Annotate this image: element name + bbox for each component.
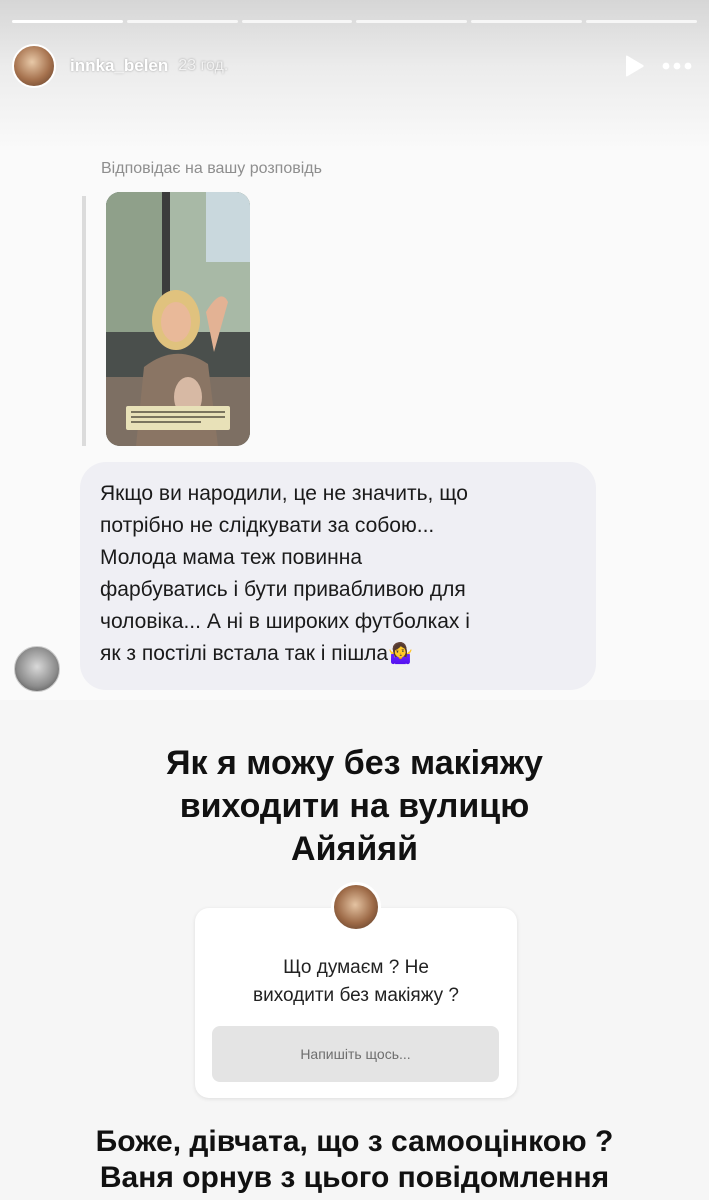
username[interactable]: innka_belen bbox=[70, 56, 168, 76]
message-line: Якщо ви народили, це не значить, що bbox=[100, 482, 468, 505]
question-answer-input[interactable]: Напишіть щось... bbox=[212, 1026, 499, 1082]
more-options-button[interactable] bbox=[657, 49, 697, 83]
shrug-emoji-icon: 🤷‍♀️ bbox=[388, 643, 413, 665]
caption-line: Ваня орнув з цього повідомлення bbox=[99, 1161, 610, 1194]
profile-avatar[interactable] bbox=[12, 44, 56, 88]
more-icon bbox=[662, 62, 692, 70]
story-header: innka_belen 23 год. bbox=[12, 44, 697, 88]
message-line: як з постілі встала так і пішла🤷‍♀️ bbox=[100, 638, 578, 670]
progress-segment bbox=[586, 20, 697, 23]
story-progress bbox=[12, 20, 697, 23]
progress-segment bbox=[12, 20, 123, 23]
progress-segment bbox=[471, 20, 583, 23]
headline-line: Як я можу без макіяжу bbox=[166, 744, 543, 782]
reply-label: Відповідає на вашу розповідь bbox=[101, 160, 322, 177]
message-line-text: як з постілі встала так і пішла bbox=[100, 642, 389, 665]
headline-line: Айяйяй bbox=[291, 830, 418, 868]
story-headline: Як я можу без макіяжу виходити на вулицю… bbox=[0, 742, 709, 871]
question-line: Що думаєм ? Не bbox=[283, 957, 429, 978]
question-sticker-avatar bbox=[331, 882, 381, 932]
play-icon bbox=[626, 55, 644, 77]
message-bubble: Якщо ви народили, це не значить, що потр… bbox=[80, 462, 596, 690]
play-button[interactable] bbox=[617, 49, 651, 83]
story-bottom-caption: Боже, дівчата, що з самооцінкою ? Ваня о… bbox=[0, 1124, 709, 1196]
progress-segment bbox=[356, 20, 468, 23]
reply-quote-bar bbox=[82, 196, 86, 446]
story-thumbnail[interactable] bbox=[106, 192, 250, 446]
question-line: виходити без макіяжу ? bbox=[253, 985, 459, 1006]
story-photo-image bbox=[106, 192, 250, 446]
story-viewer: innka_belen 23 год. Відповідає на вашу р… bbox=[0, 0, 709, 1200]
progress-segment bbox=[126, 20, 238, 23]
question-sticker-text: Що думаєм ? Не виходити без макіяжу ? bbox=[195, 954, 517, 1010]
message-line: чоловіка... А ні в широких футболках і bbox=[100, 610, 470, 633]
message-line: потрібно не слідкувати за собою... bbox=[100, 514, 435, 537]
headline-line: виходити на вулицю bbox=[179, 787, 530, 825]
caption-line: Боже, дівчата, що з самооцінкою ? bbox=[95, 1125, 614, 1158]
progress-segment bbox=[241, 20, 353, 23]
message-line: фарбуватись і бути привабливою для bbox=[100, 578, 466, 601]
message-line: Молода мама теж повинна bbox=[100, 546, 363, 569]
sender-avatar[interactable] bbox=[14, 646, 60, 692]
post-time: 23 год. bbox=[178, 57, 229, 74]
